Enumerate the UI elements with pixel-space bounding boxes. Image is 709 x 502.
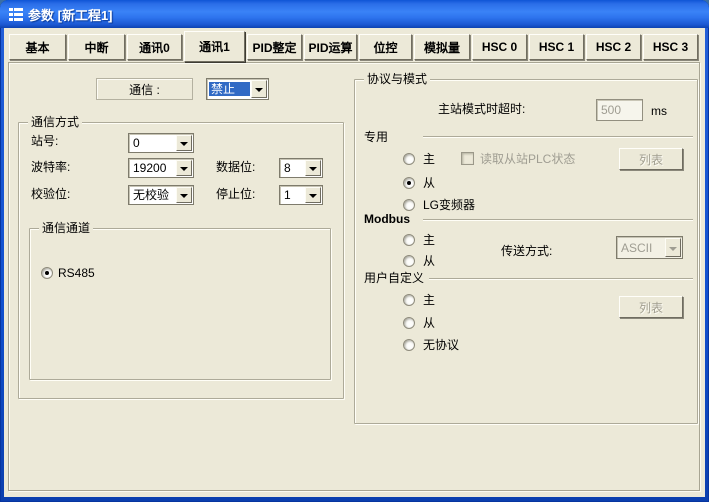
tab-interrupt[interactable]: 中断	[68, 34, 125, 60]
rs485-radio[interactable]	[41, 267, 53, 279]
chevron-down-icon[interactable]	[176, 135, 192, 151]
tab-comm1[interactable]: 通讯1	[184, 31, 245, 62]
dedicated-separator	[423, 136, 693, 138]
titlebar[interactable]: 参数 [新工程1]	[0, 0, 709, 28]
lg-inverter-radio[interactable]	[403, 199, 415, 211]
tab-basic[interactable]: 基本	[9, 34, 66, 60]
read-slave-plc-status-label: 读取从站PLC状态	[480, 152, 575, 166]
dedicated-section-label: 专用	[364, 130, 388, 144]
comm-enable-combobox[interactable]: 禁止	[206, 78, 269, 100]
comm-enable-value: 禁止	[209, 82, 250, 96]
station-number-combobox[interactable]: 0	[128, 133, 194, 153]
modbus-slave-radio[interactable]	[403, 255, 415, 267]
modbus-separator	[423, 219, 693, 221]
chevron-down-icon[interactable]	[176, 160, 192, 176]
master-timeout-input[interactable]: 500	[596, 99, 643, 121]
tab-pid-tuning[interactable]: PID整定	[247, 34, 302, 60]
tab-hsc2[interactable]: HSC 2	[586, 34, 641, 60]
station-number-value: 0	[133, 136, 175, 150]
transfer-mode-value: ASCII	[621, 241, 664, 255]
lg-inverter-label: LG变频器	[423, 198, 475, 212]
protocol-mode-group-title: 协议与模式	[364, 73, 430, 86]
baud-rate-label: 波特率:	[31, 160, 70, 174]
data-bits-label: 数据位:	[216, 160, 255, 174]
station-number-label: 站号:	[31, 134, 58, 148]
dedicated-master-radio[interactable]	[403, 153, 415, 165]
timeout-unit-label: ms	[651, 104, 667, 118]
data-bits-combobox[interactable]: 8	[279, 158, 323, 178]
dedicated-master-label: 主	[423, 152, 435, 166]
transfer-mode-label: 传送方式:	[501, 244, 552, 258]
dedicated-slave-radio[interactable]	[403, 177, 415, 189]
chevron-down-icon[interactable]	[665, 238, 681, 257]
parity-label: 校验位:	[31, 187, 70, 201]
user-defined-separator	[429, 278, 693, 280]
dedicated-list-button[interactable]: 列表	[619, 148, 683, 170]
no-protocol-label: 无协议	[423, 338, 459, 352]
user-defined-section-label: 用户自定义	[364, 271, 424, 285]
tab-hsc3[interactable]: HSC 3	[643, 34, 698, 60]
tab-pid-operation[interactable]: PID运算	[304, 34, 357, 60]
baud-rate-combobox[interactable]: 19200	[128, 158, 194, 178]
dialog-client-area: 基本 中断 通讯0 通讯1 PID整定 PID运算 位控 模拟量 HSC 0 H…	[4, 28, 705, 497]
stop-bits-combobox[interactable]: 1	[279, 185, 323, 205]
parity-combobox[interactable]: 无校验	[128, 185, 194, 205]
chevron-down-icon[interactable]	[305, 187, 321, 203]
window-title: 参数 [新工程1]	[28, 5, 113, 24]
parameters-dialog: 参数 [新工程1] 基本 中断 通讯0 通讯1 PID整定 PID运算 位控 模…	[0, 0, 709, 502]
modbus-section-label: Modbus	[364, 212, 410, 226]
comm1-tab-panel: 通信 : 禁止 通信方式 站号: 0 波特率: 19200 数据位: 8	[8, 62, 700, 491]
stop-bits-value: 1	[284, 188, 304, 202]
modbus-master-label: 主	[423, 233, 435, 247]
user-defined-master-label: 主	[423, 293, 435, 307]
modbus-slave-label: 从	[423, 254, 435, 268]
chevron-down-icon[interactable]	[305, 160, 321, 176]
user-defined-slave-label: 从	[423, 316, 435, 330]
stop-bits-label: 停止位:	[216, 187, 255, 201]
comm-channel-groupbox: 通信通道	[29, 228, 331, 380]
tab-analog[interactable]: 模拟量	[414, 34, 470, 60]
master-timeout-label: 主站模式时超时:	[438, 102, 525, 116]
data-bits-value: 8	[284, 161, 304, 175]
chevron-down-icon[interactable]	[176, 187, 192, 203]
app-icon	[8, 7, 24, 22]
comm-label-box: 通信 :	[96, 78, 193, 100]
user-defined-master-radio[interactable]	[403, 294, 415, 306]
tab-hsc0[interactable]: HSC 0	[472, 34, 527, 60]
no-protocol-radio[interactable]	[403, 339, 415, 351]
user-defined-slave-radio[interactable]	[403, 317, 415, 329]
comm-channel-group-title: 通信通道	[39, 222, 93, 235]
tab-comm0[interactable]: 通讯0	[127, 34, 182, 60]
tab-strip: 基本 中断 通讯0 通讯1 PID整定 PID运算 位控 模拟量 HSC 0 H…	[9, 32, 700, 61]
chevron-down-icon[interactable]	[251, 80, 267, 98]
parity-value: 无校验	[133, 188, 175, 202]
comm-mode-group-title: 通信方式	[28, 116, 82, 129]
baud-rate-value: 19200	[133, 161, 175, 175]
comm-label: 通信 :	[129, 81, 160, 98]
dedicated-slave-label: 从	[423, 176, 435, 190]
transfer-mode-combobox[interactable]: ASCII	[616, 236, 683, 259]
tab-position-control[interactable]: 位控	[359, 34, 412, 60]
user-defined-list-button[interactable]: 列表	[619, 296, 683, 318]
tab-hsc1[interactable]: HSC 1	[529, 34, 584, 60]
rs485-label: RS485	[58, 266, 95, 280]
read-slave-plc-status-checkbox[interactable]	[461, 152, 474, 165]
modbus-master-radio[interactable]	[403, 234, 415, 246]
